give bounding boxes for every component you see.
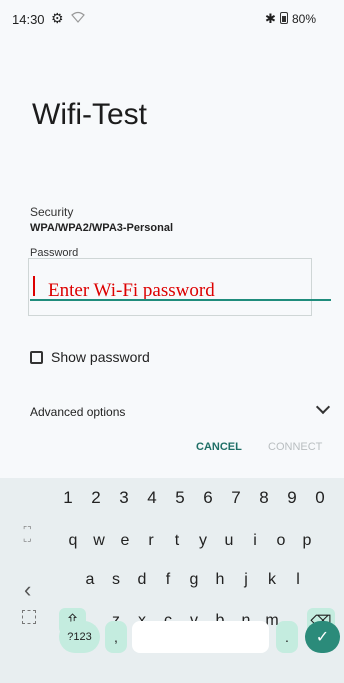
- key-t[interactable]: t: [167, 532, 187, 550]
- settings-gear-icon: ⚙: [51, 10, 64, 26]
- show-password-checkbox[interactable]: [30, 350, 43, 364]
- key-2[interactable]: 2: [86, 488, 106, 508]
- key-i[interactable]: i: [245, 532, 265, 550]
- key-8[interactable]: 8: [254, 488, 274, 508]
- status-bar: 14:30 ⚙ ✱ 80%: [0, 0, 344, 40]
- key-w[interactable]: w: [89, 532, 109, 550]
- show-password-label: Show password: [51, 349, 150, 365]
- battery-icon: [280, 12, 288, 24]
- floating-keyboard-icon[interactable]: [22, 610, 36, 624]
- show-password-toggle[interactable]: Show password: [30, 349, 150, 365]
- password-label: Password: [30, 247, 79, 257]
- key-r[interactable]: r: [141, 532, 161, 550]
- key-q[interactable]: q: [63, 532, 83, 550]
- advanced-options-row[interactable]: Advanced options: [30, 405, 125, 419]
- key-u[interactable]: u: [219, 532, 239, 550]
- key-s[interactable]: s: [106, 571, 126, 589]
- key-h[interactable]: h: [210, 571, 230, 589]
- connect-button[interactable]: CONNECT: [268, 441, 322, 453]
- key-k[interactable]: k: [262, 571, 282, 589]
- key-g[interactable]: g: [184, 571, 204, 589]
- key-4[interactable]: 4: [142, 488, 162, 508]
- security-value: WPA/WPA2/WPA3-Personal: [30, 222, 174, 234]
- password-underline: [30, 299, 331, 301]
- comma-key[interactable]: ,: [105, 621, 127, 653]
- text-cursor: [33, 276, 35, 296]
- key-1[interactable]: 1: [58, 488, 78, 508]
- network-title: Wifi-Test: [32, 98, 147, 131]
- key-f[interactable]: f: [158, 571, 178, 589]
- key-7[interactable]: 7: [226, 488, 246, 508]
- key-j[interactable]: j: [236, 571, 256, 589]
- enter-check-icon[interactable]: ✓: [305, 621, 340, 653]
- key-6[interactable]: 6: [198, 488, 218, 508]
- resize-keyboard-icon[interactable]: ⌜⌝ ⌞⌟: [23, 526, 31, 543]
- wifi-icon: [71, 11, 85, 23]
- back-chevron-icon[interactable]: ‹: [24, 577, 31, 603]
- space-bar[interactable]: [132, 621, 269, 653]
- security-label: Security: [30, 205, 74, 219]
- key-0[interactable]: 0: [310, 488, 330, 508]
- period-key[interactable]: .: [276, 621, 298, 653]
- cancel-button[interactable]: CANCEL: [196, 441, 242, 453]
- status-time: 14:30: [12, 12, 45, 27]
- chevron-down-icon[interactable]: [315, 399, 331, 415]
- battery-level: 80%: [292, 12, 317, 26]
- key-a[interactable]: a: [80, 571, 100, 589]
- key-5[interactable]: 5: [170, 488, 190, 508]
- key-o[interactable]: o: [271, 532, 291, 550]
- bluetooth-icon: ✱: [265, 11, 276, 26]
- key-y[interactable]: y: [193, 532, 213, 550]
- key-l[interactable]: l: [288, 571, 308, 589]
- key-d[interactable]: d: [132, 571, 152, 589]
- key-9[interactable]: 9: [282, 488, 302, 508]
- key-p[interactable]: p: [297, 532, 317, 550]
- symbols-key[interactable]: ?123: [59, 621, 100, 653]
- key-e[interactable]: e: [115, 532, 135, 550]
- key-3[interactable]: 3: [114, 488, 134, 508]
